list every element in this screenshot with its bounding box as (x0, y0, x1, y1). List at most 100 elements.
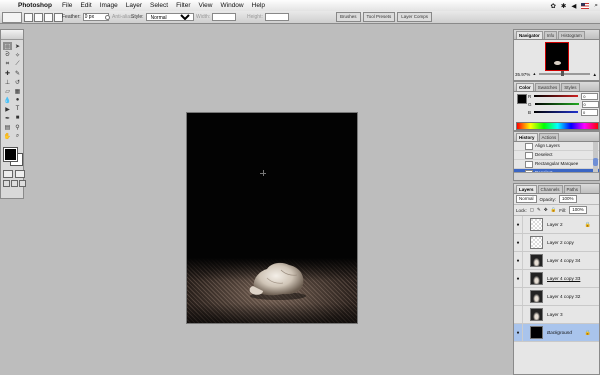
color-foreground-swatch[interactable] (517, 94, 527, 104)
hand-tool-icon[interactable]: ✋ (3, 132, 12, 140)
zoom-value[interactable]: 35.97% (515, 72, 530, 77)
red-value-field[interactable]: 0 (581, 92, 599, 100)
screen-mode-full-icon[interactable] (19, 180, 26, 187)
height-input[interactable] (264, 13, 289, 21)
zoom-in-icon[interactable]: ▲ (593, 72, 597, 77)
input-flag-icon[interactable] (581, 2, 590, 9)
path-selection-icon[interactable]: ▶ (3, 105, 12, 113)
move-tool-icon[interactable]: ➤ (13, 42, 22, 50)
layer-link-slot[interactable] (522, 288, 528, 305)
slice-tool-icon[interactable]: ⟋ (13, 60, 22, 68)
navigator-thumbnail[interactable] (545, 42, 569, 71)
tab-navigator[interactable]: Navigator (516, 31, 543, 39)
type-tool-icon[interactable]: T (13, 105, 22, 113)
new-selection-icon[interactable] (24, 13, 33, 22)
screen-mode-menubar-icon[interactable] (11, 180, 18, 187)
brush-tool-icon[interactable]: ✎ (13, 69, 22, 77)
visibility-eye-icon[interactable]: ● (514, 276, 522, 282)
app-name-menu[interactable]: Photoshop (14, 2, 58, 9)
app-status-icon[interactable]: ✿ (550, 2, 555, 10)
subtract-selection-icon[interactable] (44, 13, 53, 22)
well-tab-brushes[interactable]: Brushes (336, 12, 361, 22)
menu-filter[interactable]: Filter (172, 2, 194, 9)
menu-file[interactable]: File (58, 2, 76, 9)
notes-tool-icon[interactable]: ▤ (3, 123, 12, 131)
color-spectrum-ramp[interactable] (516, 122, 599, 130)
tool-preset-picker[interactable] (2, 12, 22, 23)
layer-link-slot[interactable] (522, 324, 528, 341)
blue-value-field[interactable]: 0 (581, 108, 599, 116)
foreground-color-swatch[interactable] (3, 147, 18, 162)
marquee-tool-icon[interactable]: ⬚ (3, 42, 12, 50)
eraser-tool-icon[interactable]: ▱ (3, 87, 12, 95)
history-item[interactable]: Align Layers (514, 142, 599, 151)
layer-row[interactable]: Layer 3 (514, 306, 599, 324)
magic-wand-icon[interactable]: ✧ (13, 51, 22, 59)
tab-info[interactable]: Info (543, 31, 558, 39)
blend-mode-select[interactable]: Normal (516, 195, 537, 203)
tab-styles[interactable]: Styles (561, 83, 580, 91)
visibility-eye-icon[interactable]: ● (514, 330, 522, 336)
green-slider[interactable] (534, 103, 579, 105)
layer-row[interactable]: ● Layer 4 copy 33 (514, 270, 599, 288)
menu-help[interactable]: Help (248, 2, 269, 9)
style-select[interactable]: Normal (145, 13, 194, 21)
green-value-field[interactable]: 0 (581, 100, 599, 108)
history-scrollbar[interactable] (593, 142, 598, 174)
tab-color[interactable]: Color (516, 83, 534, 91)
visibility-eye-icon[interactable]: ● (514, 222, 522, 228)
well-tab-tool-presets[interactable]: Tool Presets (362, 12, 396, 22)
pen-tool-icon[interactable]: ✒ (3, 114, 12, 122)
blue-slider[interactable] (534, 111, 579, 113)
menu-layer[interactable]: Layer (122, 2, 146, 9)
screen-mode-standard-icon[interactable] (3, 180, 10, 187)
layer-link-slot[interactable] (522, 270, 528, 287)
menu-image[interactable]: Image (96, 2, 122, 9)
zoom-tool-icon[interactable]: ⌕ (13, 132, 22, 140)
tab-histogram[interactable]: Histogram (558, 31, 585, 39)
shape-tool-icon[interactable]: ■ (13, 114, 22, 122)
lock-position-icon[interactable]: ✥ (544, 207, 548, 213)
eyedropper-tool-icon[interactable]: ⚲ (13, 123, 22, 131)
toolbox-header[interactable] (1, 30, 23, 40)
tab-channels[interactable]: Channels (537, 185, 563, 193)
document-canvas[interactable] (187, 113, 357, 323)
tab-actions[interactable]: Actions (538, 133, 560, 141)
menu-edit[interactable]: Edit (76, 2, 95, 9)
spotlight-icon[interactable]: ⌕ (594, 2, 598, 10)
tab-layers[interactable]: Layers (516, 185, 537, 193)
layer-link-slot[interactable] (522, 216, 528, 233)
layer-row[interactable]: ● Layer 2 🔒 (514, 216, 599, 234)
add-selection-icon[interactable] (34, 13, 43, 22)
dodge-tool-icon[interactable]: ● (13, 96, 22, 104)
quick-mask-icon[interactable] (15, 170, 25, 178)
history-item[interactable]: Rectangular Marquee (514, 160, 599, 169)
crop-tool-icon[interactable]: ⌗ (3, 60, 12, 68)
history-brush-icon[interactable]: ↺ (13, 78, 22, 86)
menu-select[interactable]: Select (146, 2, 172, 9)
lock-transparency-icon[interactable]: ▢ (530, 207, 534, 213)
layer-row[interactable]: ● Layer 4 copy 34 (514, 252, 599, 270)
blur-tool-icon[interactable]: 💧 (3, 96, 12, 104)
zoom-slider[interactable] (538, 71, 590, 76)
layer-link-slot[interactable] (522, 252, 528, 269)
red-slider[interactable] (534, 95, 579, 97)
menu-view[interactable]: View (195, 2, 217, 9)
width-input[interactable] (212, 13, 237, 21)
standard-mode-icon[interactable] (3, 170, 13, 178)
tab-swatches[interactable]: Swatches (534, 83, 561, 91)
opacity-field[interactable]: 100% (559, 195, 577, 203)
menu-window[interactable]: Window (217, 2, 248, 9)
layer-link-slot[interactable] (522, 306, 528, 323)
antialias-checkbox[interactable] (105, 14, 110, 20)
gradient-tool-icon[interactable]: ▦ (13, 87, 22, 95)
clone-stamp-icon[interactable]: ⊥ (3, 78, 12, 86)
visibility-eye-icon[interactable]: ● (514, 258, 522, 264)
layer-row[interactable]: ● Layer 2 copy (514, 234, 599, 252)
well-tab-layer-comps[interactable]: Layer Comps (397, 12, 433, 22)
volume-icon[interactable]: ◀ (571, 2, 576, 10)
visibility-eye-icon[interactable]: ● (514, 240, 522, 246)
layer-row-selected[interactable]: ● Background 🔒 (514, 324, 599, 342)
zoom-out-icon[interactable]: ▴ (533, 71, 535, 77)
healing-brush-icon[interactable]: ✚ (3, 69, 12, 77)
